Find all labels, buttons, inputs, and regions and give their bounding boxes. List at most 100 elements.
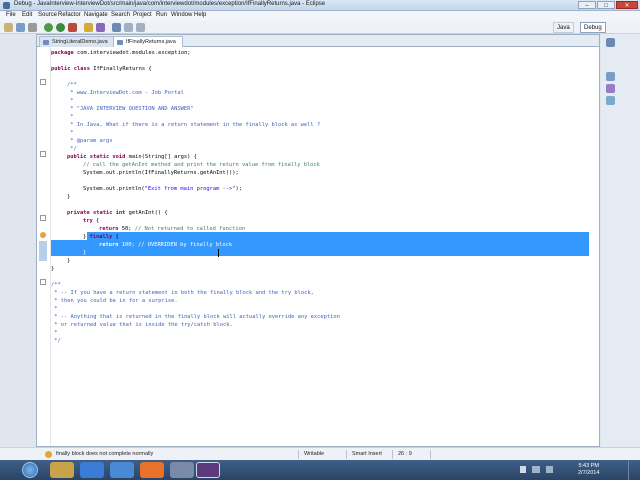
tray-volume-icon[interactable]	[546, 466, 553, 473]
comment-line: // call the getAnInt method and print th…	[83, 162, 320, 168]
open-type-icon[interactable]	[84, 23, 93, 32]
keyword: return	[99, 242, 119, 248]
perspective-debug[interactable]: Debug	[580, 22, 606, 33]
javadoc-line: /**	[51, 282, 61, 288]
tray-flag-icon[interactable]	[520, 466, 526, 473]
editor-ruler	[37, 47, 51, 446]
keyword: try	[83, 218, 93, 224]
taskbar-clock[interactable]: 5:43 PM 2/7/2014	[578, 463, 599, 477]
text-cursor	[218, 249, 219, 257]
menu-window[interactable]: Window	[171, 12, 192, 18]
javadoc-line: */	[67, 146, 77, 152]
status-divider	[346, 450, 347, 459]
menu-edit[interactable]: Edit	[22, 12, 32, 18]
java-file-icon	[43, 40, 49, 45]
print-icon[interactable]	[28, 23, 37, 32]
new-icon[interactable]	[4, 23, 13, 32]
selected-code-line: }	[83, 250, 87, 256]
breakpoints-view-icon[interactable]	[606, 84, 615, 93]
code-line: return 50; // Not returned to called fun…	[99, 225, 245, 233]
javadoc-line: */	[51, 338, 61, 344]
code-line: }	[67, 258, 71, 264]
eclipse-app-icon	[3, 2, 10, 9]
keyword: finally	[89, 234, 113, 240]
javadoc-line: *	[67, 114, 74, 120]
clock-date: 2/7/2014	[578, 470, 600, 476]
keyword: public class	[51, 66, 90, 72]
back-icon[interactable]	[124, 23, 133, 32]
menu-refactor[interactable]: Refactor	[58, 12, 81, 18]
tab-iffinallyreturns[interactable]: IfFinallyReturns.java	[113, 36, 183, 47]
menu-run[interactable]: Run	[156, 12, 167, 18]
menu-file[interactable]: File	[6, 12, 16, 18]
tab-stringliteraldemo[interactable]: StringLiteralDemo.java	[39, 36, 115, 47]
editor-tab-bar: StringLiteralDemo.java IfFinallyReturns.…	[37, 35, 599, 47]
ie-taskbar-icon[interactable]	[80, 462, 104, 478]
close-button[interactable]: ✕	[616, 1, 638, 9]
warning-icon	[45, 451, 52, 458]
fold-icon[interactable]	[40, 215, 46, 221]
outline-view-icon[interactable]	[606, 96, 615, 105]
keyword: private static int	[67, 210, 126, 216]
tab-label: IfFinallyReturns.java	[126, 39, 176, 45]
windows-taskbar: 5:43 PM 2/7/2014	[0, 460, 640, 480]
variables-view-icon[interactable]	[606, 72, 615, 81]
javadoc-line: * www.InterviewDot.com - Job Portal	[67, 90, 184, 96]
save-icon[interactable]	[16, 23, 25, 32]
inline-comment: // Not returned to called function	[134, 226, 246, 232]
code-text: 50;	[118, 226, 135, 232]
media-taskbar-icon[interactable]	[110, 462, 134, 478]
maximize-button[interactable]: □	[597, 1, 615, 9]
code-text: IfFinallyReturns {	[89, 66, 152, 72]
menu-help[interactable]: Help	[194, 12, 206, 18]
fold-icon[interactable]	[40, 151, 46, 157]
show-desktop-button[interactable]	[628, 460, 640, 480]
fold-icon[interactable]	[40, 279, 46, 285]
javadoc-line: /**	[67, 82, 77, 88]
menu-source[interactable]: Source	[38, 12, 57, 18]
perspective-java[interactable]: Java	[553, 22, 574, 33]
annotation-icon[interactable]	[112, 23, 121, 32]
explorer-taskbar-icon[interactable]	[50, 462, 74, 478]
warning-marker-icon[interactable]	[40, 232, 46, 238]
external-tools-icon[interactable]	[68, 23, 77, 32]
debug-icon[interactable]	[44, 23, 53, 32]
save-taskbar-icon[interactable]	[170, 462, 194, 478]
status-writable: Writable	[304, 451, 325, 457]
status-divider	[430, 450, 431, 459]
keyword: public static void	[67, 154, 126, 160]
window-title: Debug - JavaInterview-InterviewDot/src/m…	[14, 1, 326, 7]
forward-icon[interactable]	[136, 23, 145, 32]
restore-view-icon[interactable]	[606, 38, 615, 47]
editor-area: StringLiteralDemo.java IfFinallyReturns.…	[36, 34, 600, 447]
eclipse-taskbar-icon[interactable]	[196, 462, 220, 478]
start-button[interactable]	[22, 462, 38, 478]
code-text: main(String[] args) {	[125, 154, 197, 160]
menu-navigate[interactable]: Navigate	[84, 12, 108, 18]
code-line: try {	[83, 217, 99, 225]
menu-search[interactable]: Search	[111, 12, 130, 18]
tray-network-icon[interactable]	[532, 466, 540, 473]
status-cursor-position: 26 : 9	[398, 451, 412, 457]
code-line: public static void main(String[] args) {	[67, 153, 197, 161]
code-text: {	[112, 234, 119, 240]
code-line: package com.interviewdot.modules.excepti…	[51, 49, 191, 57]
window-title-bar: Debug - JavaInterview-InterviewDot/src/m…	[0, 0, 640, 11]
javadoc-line: * or returned value that is inside the t…	[51, 322, 233, 328]
fold-icon[interactable]	[40, 79, 46, 85]
status-divider	[392, 450, 393, 459]
string-literal: "Exit from main program -->"	[144, 186, 236, 192]
menu-project[interactable]: Project	[133, 12, 152, 18]
right-view-stack	[601, 34, 640, 447]
minimize-button[interactable]: –	[578, 1, 596, 9]
status-message: finally block does not complete normally	[56, 451, 154, 457]
menu-bar: File Edit Source Refactor Navigate Searc…	[0, 11, 640, 21]
search-icon[interactable]	[96, 23, 105, 32]
javadoc-line: *	[51, 306, 58, 312]
code-editor[interactable]: package com.interviewdot.modules.excepti…	[51, 47, 599, 446]
javadoc-line: *	[67, 130, 74, 136]
inline-comment: // OVERRIDEN by finally block	[137, 242, 233, 248]
java-file-icon	[117, 40, 123, 45]
run-icon[interactable]	[56, 23, 65, 32]
firefox-taskbar-icon[interactable]	[140, 462, 164, 478]
